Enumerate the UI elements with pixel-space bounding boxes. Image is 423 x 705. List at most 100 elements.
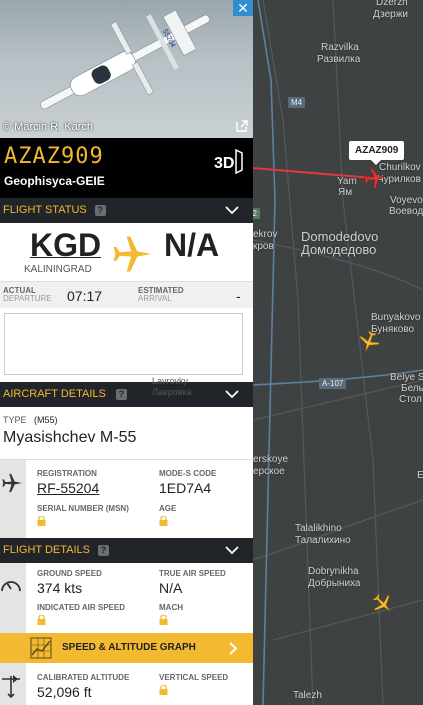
- map-view[interactable]: Dzerzh Дзержи Razvilka Развилка M4 Churi…: [253, 0, 423, 705]
- chevron-right-icon: [229, 642, 237, 655]
- map-place-label: Стол: [399, 394, 422, 405]
- destination-airport-code: N/A: [164, 227, 220, 263]
- road-shield: M4: [288, 97, 306, 108]
- close-button[interactable]: ✕: [233, 0, 253, 16]
- map-overlay-label: Лавровка: [152, 387, 192, 397]
- route-summary: KGD KALININGRAD N/A: [0, 223, 253, 281]
- type-label: TYPE: [3, 415, 27, 425]
- aircraft-type-block: TYPE (M55) Myasishchev M-55: [0, 407, 253, 459]
- vertical-speed-label: VERTICAL SPEED: [159, 673, 229, 682]
- speed-altitude-graph-button[interactable]: SPEED & ALTITUDE GRAPH: [0, 633, 253, 663]
- ground-speed-value: 374 kts: [37, 580, 83, 596]
- type-code: (M55): [34, 415, 58, 425]
- map-place-label: Dobrynikha: [308, 566, 359, 577]
- map-place-label: Dzerzh: [376, 0, 408, 8]
- section-title: FLIGHT DETAILS: [3, 544, 91, 556]
- map-place-label: Talezh: [293, 690, 322, 701]
- lock-icon[interactable]: [159, 685, 168, 695]
- photo-credit[interactable]: © Marcin R. Karch: [3, 121, 93, 133]
- modes-label: MODE-S CODE: [159, 469, 217, 478]
- map-place-label: Воевод: [389, 206, 423, 217]
- origin-airport-code[interactable]: KGD: [30, 227, 101, 264]
- arrival-label: ARRIVAL: [138, 294, 172, 303]
- map-place-label: Бель: [401, 383, 423, 394]
- map-place-label: ekrov: [253, 229, 278, 240]
- flight-status-header[interactable]: FLIGHT STATUS?: [0, 198, 253, 223]
- aircraft-icon[interactable]: [371, 592, 395, 616]
- detail-icon-column: [0, 663, 26, 705]
- svg-text:3D: 3D: [214, 155, 234, 172]
- registration-block: REGISTRATION RF-55204 MODE-S CODE 1ED7A4…: [0, 459, 253, 538]
- flight-header: AZAZ909 Geophisyca-GEIE 3D: [0, 138, 253, 198]
- map-roads: [253, 0, 423, 705]
- map-place-label: Дзержи: [373, 9, 408, 20]
- ias-label: INDICATED AIR SPEED: [37, 603, 126, 612]
- flight-details-header[interactable]: FLIGHT DETAILS?: [0, 538, 253, 563]
- selected-aircraft-icon[interactable]: [363, 166, 387, 190]
- speedometer-icon: [1, 581, 21, 592]
- map-place-label: Belye S: [390, 372, 423, 383]
- age-label: AGE: [159, 504, 177, 513]
- airplane-icon: [113, 236, 152, 272]
- view-3d-button[interactable]: 3D: [213, 146, 243, 175]
- graph-icon: [30, 637, 52, 659]
- lock-icon[interactable]: [159, 615, 168, 625]
- modes-code: 1ED7A4: [159, 480, 212, 496]
- calibrated-altitude-label: CALIBRATED ALTITUDE: [37, 673, 130, 682]
- external-link-icon[interactable]: [235, 119, 249, 133]
- chevron-down-icon[interactable]: [225, 545, 239, 555]
- serial-label: SERIAL NUMBER (MSN): [37, 504, 129, 513]
- flight-times: ACTUAL DEPARTURE 07:17 ESTIMATED ARRIVAL…: [0, 281, 253, 308]
- calibrated-altitude-value: 52,096 ft: [37, 684, 92, 700]
- departure-label: DEPARTURE: [3, 294, 52, 303]
- map-overlay-label: Lavrovky: [152, 376, 189, 386]
- map-place-label: Добрыниха: [308, 578, 361, 589]
- map-place-label: Voyevo: [390, 195, 423, 206]
- lock-icon[interactable]: [37, 615, 46, 625]
- altitude-block: CALIBRATED ALTITUDE 52,096 ft VERTICAL S…: [0, 663, 253, 705]
- registration-link[interactable]: RF-55204: [37, 480, 99, 496]
- selected-flight-tag[interactable]: AZAZ909: [349, 141, 405, 165]
- altitude-icon: [2, 675, 20, 699]
- speed-block: GROUND SPEED 374 kts TRUE AIR SPEED N/A …: [0, 563, 253, 633]
- help-icon[interactable]: ?: [98, 544, 110, 556]
- section-title: FLIGHT STATUS: [3, 204, 87, 216]
- detail-icon-column: [0, 563, 26, 633]
- detail-icon-column: [0, 460, 26, 538]
- cube-3d-icon: 3D: [214, 148, 243, 175]
- lock-icon[interactable]: [37, 516, 46, 526]
- help-icon[interactable]: ?: [115, 388, 127, 400]
- origin-city: KALININGRAD: [24, 264, 92, 275]
- lock-icon[interactable]: [159, 516, 168, 526]
- airplane-icon: [2, 473, 23, 493]
- aircraft-type-name: Myasishchev M-55: [3, 429, 137, 446]
- map-place-label: Талалихино: [295, 535, 351, 546]
- ground-speed-label: GROUND SPEED: [37, 569, 102, 578]
- aircraft-icon[interactable]: [357, 330, 381, 354]
- departure-time: 07:17: [67, 288, 103, 304]
- map-place-label: ерское: [253, 466, 285, 477]
- graph-button-label: SPEED & ALTITUDE GRAPH: [62, 642, 196, 653]
- map-place-label: erskoye: [253, 454, 289, 465]
- map-place-label: Yam: [337, 176, 357, 187]
- map-place-label: кров: [253, 241, 274, 252]
- aircraft-photo-image: 55204: [39, 9, 211, 110]
- help-icon[interactable]: ?: [94, 204, 106, 216]
- road-shield: A-107: [319, 378, 347, 389]
- registration-label: REGISTRATION: [37, 469, 97, 478]
- true-airspeed-label: TRUE AIR SPEED: [159, 569, 226, 578]
- section-title: AIRCRAFT DETAILS: [3, 388, 106, 400]
- chevron-down-icon[interactable]: [225, 205, 239, 215]
- operator-name: Geophisyca-GEIE: [4, 174, 105, 188]
- road-shield: 12: [253, 208, 260, 219]
- map-place-label: Razvilka: [321, 42, 359, 53]
- arrival-time: -: [236, 288, 241, 304]
- map-place-label: E: [417, 470, 423, 481]
- map-place-label: Развилка: [317, 54, 361, 65]
- flight-info-panel: 55204 ✕ © Marcin R. Karch AZAZ909 Geophi…: [0, 0, 253, 705]
- chevron-down-icon[interactable]: [225, 389, 239, 399]
- flight-progress-box: [4, 313, 243, 375]
- aircraft-photo[interactable]: 55204 ✕ © Marcin R. Karch: [0, 0, 253, 138]
- map-place-label: Bunyakovo: [371, 312, 421, 323]
- aircraft-details-header[interactable]: AIRCRAFT DETAILS? Lavrovky Лавровка: [0, 376, 253, 407]
